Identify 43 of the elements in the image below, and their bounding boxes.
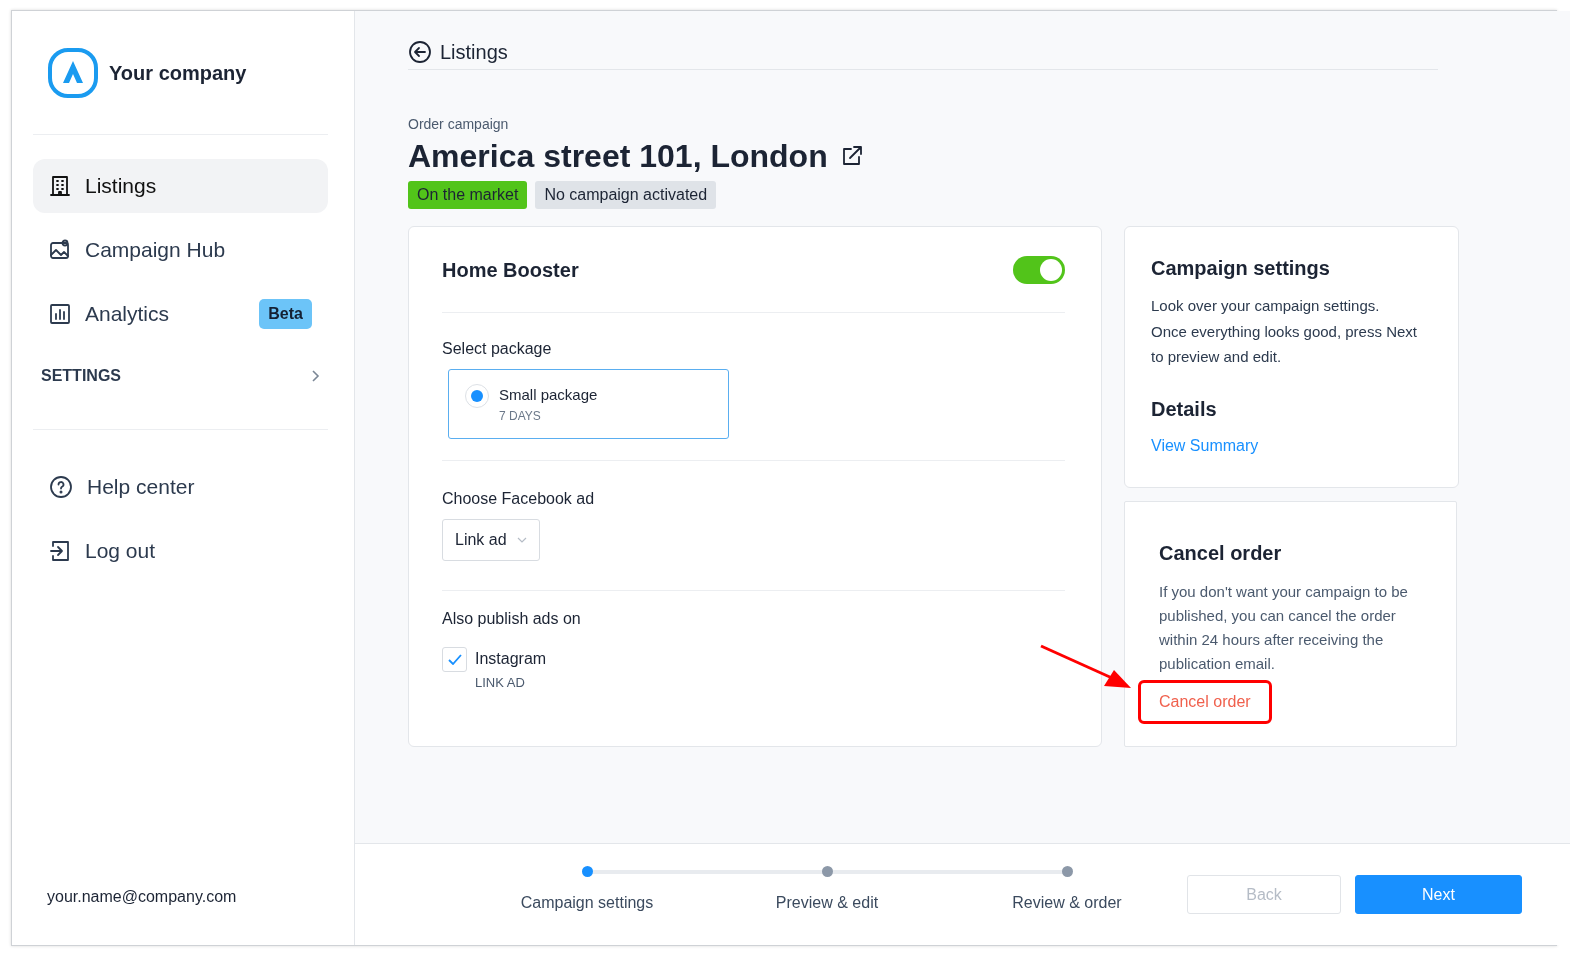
brand-name: Your company xyxy=(109,60,247,86)
settings-section-toggle[interactable]: SETTINGS xyxy=(33,351,328,401)
ad-type-dropdown[interactable]: Link ad xyxy=(442,519,540,562)
image-icon xyxy=(49,239,71,261)
nav-item[interactable]: Listings xyxy=(33,159,328,213)
card-title: Cancel order xyxy=(1159,541,1283,567)
user-email: your.name@company.com xyxy=(46,887,238,907)
logo-icon xyxy=(47,46,99,99)
step-label[interactable]: Review & order xyxy=(1012,891,1122,915)
nav-item[interactable]: Analytics Beta xyxy=(33,287,328,341)
field-label: Choose Facebook ad xyxy=(442,489,596,510)
step-label[interactable]: Campaign settings xyxy=(520,891,654,915)
card-description: Look over your campaign settings. Once everything looks good, press Next to preview and edit. xyxy=(1151,296,1418,368)
section-title: Details xyxy=(1151,396,1218,422)
beta-badge: Beta xyxy=(259,299,312,329)
card-title: Campaign settings xyxy=(1151,256,1331,282)
toggle-switch[interactable] xyxy=(1013,255,1065,284)
caret-icon xyxy=(516,537,527,544)
step-label[interactable]: Preview & edit xyxy=(775,891,879,915)
building-icon xyxy=(49,175,71,197)
nav-link[interactable]: Log out xyxy=(33,524,328,578)
platform-name: Instagram xyxy=(475,649,547,670)
exit-icon xyxy=(49,539,71,563)
checkbox[interactable] xyxy=(442,647,467,673)
platform-ad-type: LINK AD xyxy=(475,674,526,693)
card-title: Home Booster xyxy=(442,257,579,283)
card-description: If you don't want your campaign to be published, you can cancel the order within 24 hours after receiving the publication email. xyxy=(1159,582,1409,675)
field-label: Select package xyxy=(442,339,553,360)
status-tag: On the market xyxy=(408,181,528,210)
package-option[interactable]: Small package 7 DAYS xyxy=(448,369,729,440)
nav-link[interactable]: Help center xyxy=(33,460,328,514)
status-tag: No campaign activated xyxy=(535,181,717,210)
back-link[interactable]: Listings xyxy=(408,37,508,67)
chevron-icon xyxy=(310,369,320,383)
package-duration: 7 DAYS xyxy=(499,407,542,425)
checkmark-icon xyxy=(447,654,462,666)
field-label: Also publish ads on xyxy=(442,609,582,630)
package-name: Small package xyxy=(499,385,598,406)
help-icon xyxy=(49,475,73,499)
chart-icon xyxy=(49,303,71,325)
page-title: America street 101, London xyxy=(408,137,828,176)
page-eyebrow: Order campaign xyxy=(408,115,510,134)
nav-item[interactable]: Campaign Hub xyxy=(33,223,328,277)
